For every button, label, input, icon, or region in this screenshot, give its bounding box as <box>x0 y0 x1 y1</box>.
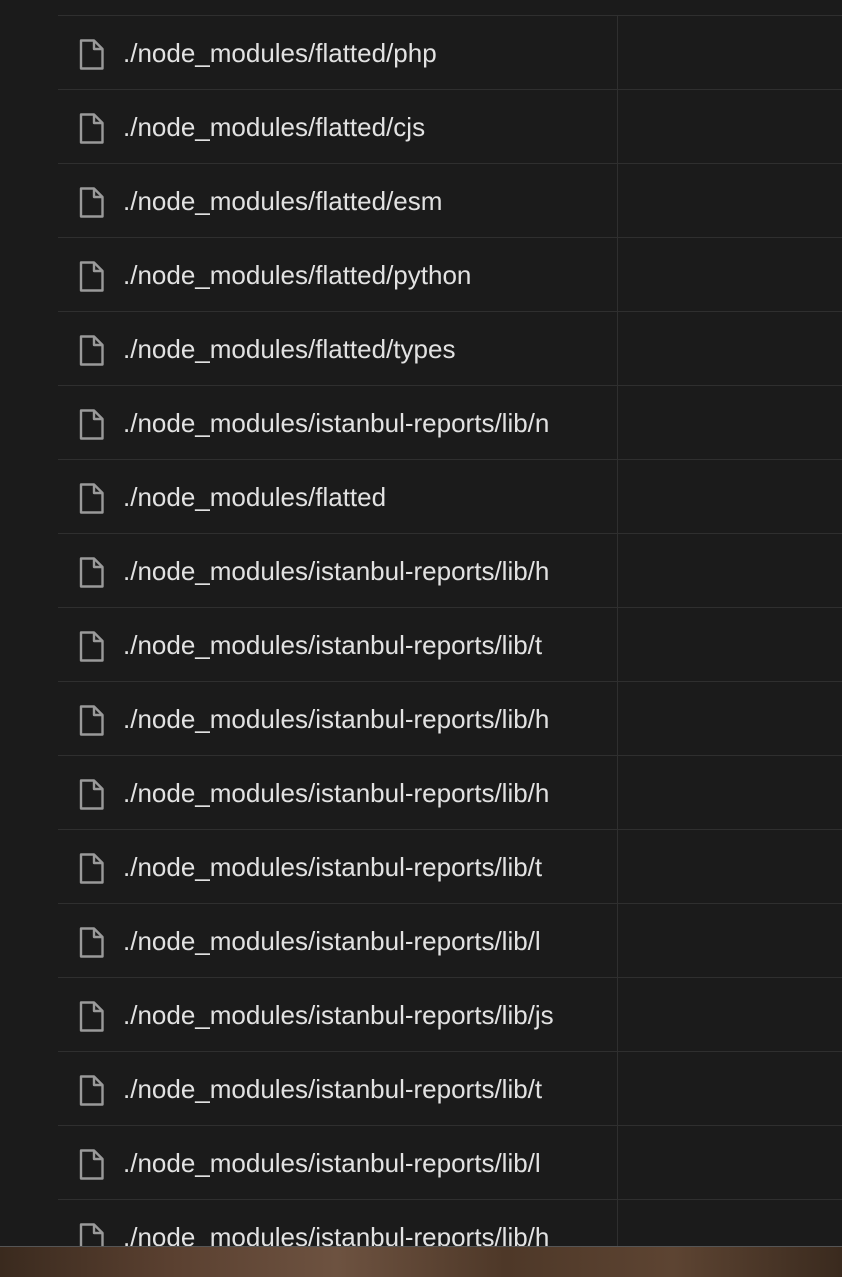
file-name-cell[interactable]: ./node_modules/flatted/cjs <box>58 90 618 163</box>
file-name-cell[interactable]: ./node_modules/flatted/esm <box>58 164 618 237</box>
file-name-cell[interactable]: ./node_modules/istanbul-reports/lib/h <box>58 534 618 607</box>
document-icon <box>78 38 105 71</box>
document-icon <box>78 556 105 589</box>
file-row[interactable]: ./node_modules/istanbul-reports/lib/h <box>58 533 842 607</box>
document-icon <box>78 112 105 145</box>
file-row[interactable]: ./node_modules/flatted/esm <box>58 163 842 237</box>
document-icon <box>78 1222 105 1246</box>
file-list: ./node_modules/flatted/php ./node_module… <box>58 15 842 1246</box>
document-icon <box>78 926 105 959</box>
file-name-cell[interactable]: ./node_modules/flatted <box>58 460 618 533</box>
file-row[interactable]: ./node_modules/istanbul-reports/lib/n <box>58 385 842 459</box>
file-row[interactable]: ./node_modules/istanbul-reports/lib/t <box>58 607 842 681</box>
file-list-window: ./node_modules/flatted/php ./node_module… <box>0 0 842 1246</box>
file-name-cell[interactable]: ./node_modules/istanbul-reports/lib/t <box>58 608 618 681</box>
file-name-cell[interactable]: ./node_modules/istanbul-reports/lib/h <box>58 756 618 829</box>
document-icon <box>78 778 105 811</box>
file-row[interactable]: ./node_modules/flatted/python <box>58 237 842 311</box>
file-name-cell[interactable]: ./node_modules/flatted/python <box>58 238 618 311</box>
file-row[interactable]: ./node_modules/istanbul-reports/lib/t <box>58 1051 842 1125</box>
document-icon <box>78 260 105 293</box>
file-row[interactable]: ./node_modules/flatted/php <box>58 15 842 89</box>
file-name-cell[interactable]: ./node_modules/istanbul-reports/lib/l <box>58 1126 618 1199</box>
file-name-cell[interactable]: ./node_modules/flatted/php <box>58 16 618 89</box>
file-row[interactable]: ./node_modules/istanbul-reports/lib/h <box>58 1199 842 1246</box>
file-path: ./node_modules/flatted/types <box>123 334 456 364</box>
file-name-cell[interactable]: ./node_modules/istanbul-reports/lib/t <box>58 830 618 903</box>
document-icon <box>78 1148 105 1181</box>
file-row[interactable]: ./node_modules/istanbul-reports/lib/l <box>58 1125 842 1199</box>
file-path: ./node_modules/istanbul-reports/lib/t <box>123 852 543 882</box>
file-path: ./node_modules/flatted <box>123 482 387 512</box>
document-icon <box>78 334 105 367</box>
file-row[interactable]: ./node_modules/istanbul-reports/lib/h <box>58 681 842 755</box>
file-path: ./node_modules/istanbul-reports/lib/js <box>123 1000 554 1030</box>
document-icon <box>78 630 105 663</box>
file-path: ./node_modules/flatted/python <box>123 260 472 290</box>
file-path: ./node_modules/istanbul-reports/lib/l <box>123 1148 541 1178</box>
file-path: ./node_modules/istanbul-reports/lib/t <box>123 1074 543 1104</box>
document-icon <box>78 408 105 441</box>
file-name-cell[interactable]: ./node_modules/istanbul-reports/lib/t <box>58 1052 618 1125</box>
document-icon <box>78 704 105 737</box>
file-path: ./node_modules/flatted/php <box>123 38 437 68</box>
file-row[interactable]: ./node_modules/istanbul-reports/lib/t <box>58 829 842 903</box>
document-icon <box>78 1074 105 1107</box>
file-path: ./node_modules/istanbul-reports/lib/l <box>123 926 541 956</box>
file-row[interactable]: ./node_modules/flatted/types <box>58 311 842 385</box>
file-path: ./node_modules/flatted/cjs <box>123 112 426 142</box>
document-icon <box>78 1000 105 1033</box>
file-path: ./node_modules/istanbul-reports/lib/h <box>123 1222 550 1246</box>
file-path: ./node_modules/istanbul-reports/lib/h <box>123 556 550 586</box>
file-path: ./node_modules/flatted/esm <box>123 186 443 216</box>
file-name-cell[interactable]: ./node_modules/istanbul-reports/lib/l <box>58 904 618 977</box>
file-name-cell[interactable]: ./node_modules/istanbul-reports/lib/n <box>58 386 618 459</box>
document-icon <box>78 186 105 219</box>
file-path: ./node_modules/istanbul-reports/lib/h <box>123 778 550 808</box>
file-name-cell[interactable]: ./node_modules/istanbul-reports/lib/h <box>58 1200 618 1246</box>
file-row[interactable]: ./node_modules/istanbul-reports/lib/h <box>58 755 842 829</box>
file-row[interactable]: ./node_modules/istanbul-reports/lib/js <box>58 977 842 1051</box>
document-icon <box>78 852 105 885</box>
file-row[interactable]: ./node_modules/flatted <box>58 459 842 533</box>
file-path: ./node_modules/istanbul-reports/lib/h <box>123 704 550 734</box>
file-row[interactable]: ./node_modules/istanbul-reports/lib/l <box>58 903 842 977</box>
file-path: ./node_modules/istanbul-reports/lib/n <box>123 408 550 438</box>
file-name-cell[interactable]: ./node_modules/flatted/types <box>58 312 618 385</box>
file-path: ./node_modules/istanbul-reports/lib/t <box>123 630 543 660</box>
document-icon <box>78 482 105 515</box>
file-name-cell[interactable]: ./node_modules/istanbul-reports/lib/h <box>58 682 618 755</box>
file-name-cell[interactable]: ./node_modules/istanbul-reports/lib/js <box>58 978 618 1051</box>
desktop-background <box>0 1246 842 1277</box>
file-row[interactable]: ./node_modules/flatted/cjs <box>58 89 842 163</box>
